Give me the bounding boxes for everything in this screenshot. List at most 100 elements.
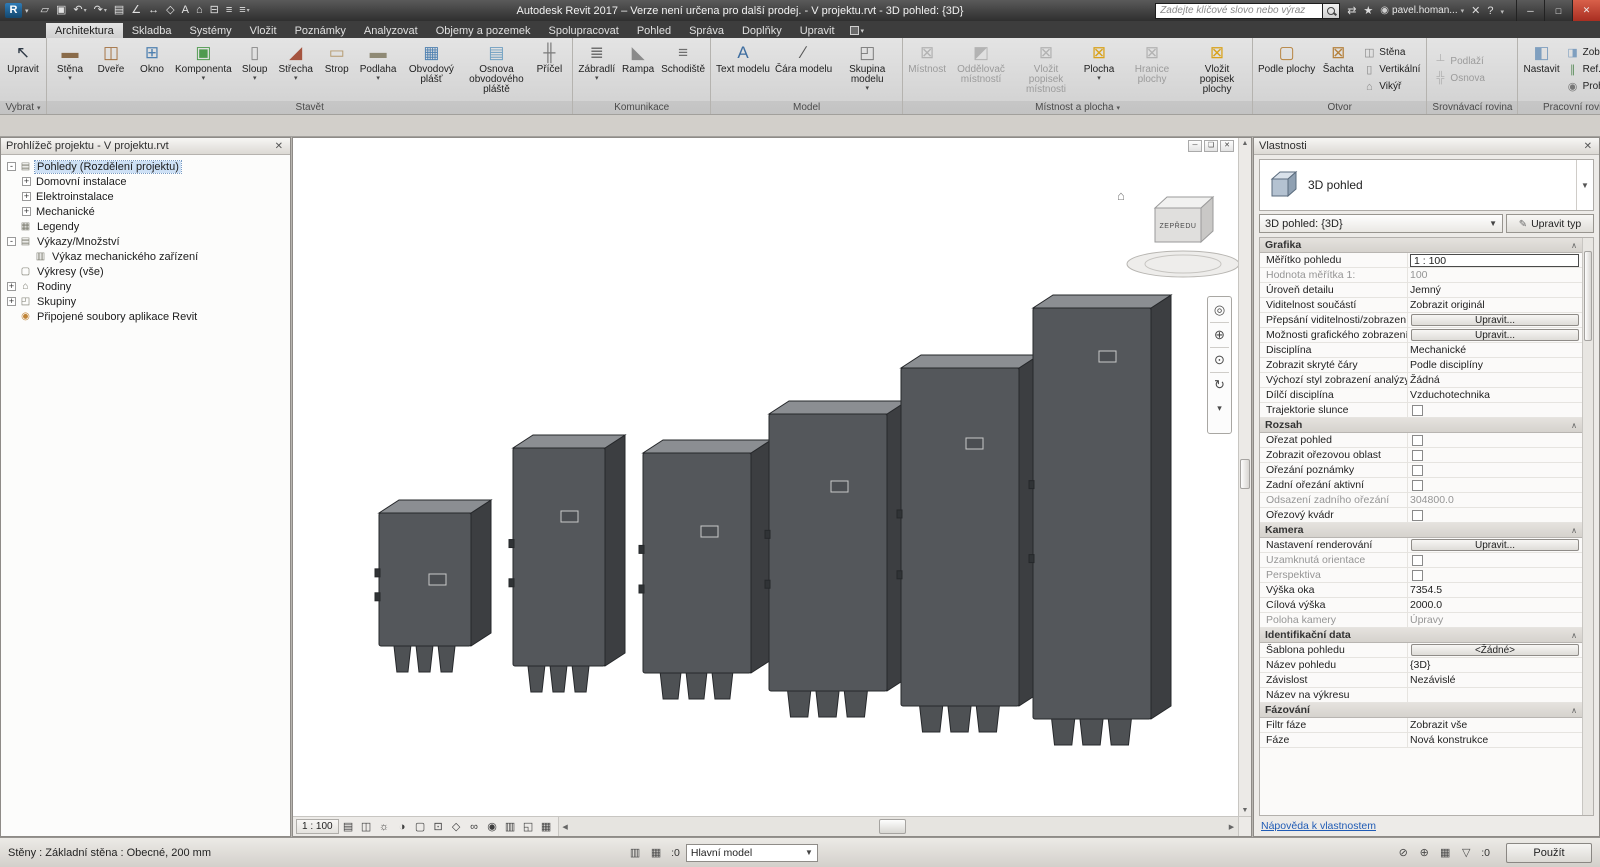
- apply-button[interactable]: Použít: [1506, 842, 1592, 863]
- zadne-button[interactable]: <Žádné>: [1411, 644, 1579, 656]
- tab-skladba[interactable]: Skladba: [123, 23, 181, 38]
- help-arrow-icon[interactable]: [1500, 5, 1504, 17]
- ref-rovina-button[interactable]: ∥ Ref. rovina: [1566, 62, 1600, 77]
- temporary-view-properties-icon[interactable]: ▥: [502, 819, 519, 835]
- expand-icon[interactable]: +: [7, 282, 16, 291]
- collapse-icon[interactable]: -: [7, 162, 16, 171]
- property-value[interactable]: Žádná: [1408, 373, 1582, 387]
- save-button[interactable]: ▣: [53, 3, 69, 18]
- tab-systemy[interactable]: Systémy: [180, 23, 240, 38]
- tab-spolupracovat[interactable]: Spolupracovat: [540, 23, 628, 38]
- osnova-obvodoveho-plaste-button[interactable]: ▤ Osnova obvodového pláště: [464, 39, 528, 100]
- user-menu[interactable]: pavel.homan...: [1380, 5, 1464, 16]
- property-value[interactable]: 100: [1408, 268, 1582, 282]
- property-value[interactable]: [1408, 478, 1582, 492]
- property-group-identifikacni-data[interactable]: Identifikační data ∧: [1260, 628, 1582, 643]
- checkbox[interactable]: [1412, 554, 1423, 566]
- tree-item-rodiny[interactable]: + ⌂ Rodiny: [1, 279, 290, 294]
- project-browser-header[interactable]: Prohlížeč projektu - V projektu.rvt ✕: [1, 138, 290, 155]
- collapse-icon[interactable]: -: [7, 237, 16, 246]
- hranice-plochy-button[interactable]: ⊠ Hranice plochy: [1120, 39, 1184, 100]
- horizontal-scrollbar[interactable]: ◀ ▶: [557, 817, 1238, 836]
- modify-indicator[interactable]: ▾: [849, 26, 864, 38]
- worksets-icon[interactable]: ▥: [626, 845, 644, 861]
- mistnost-button[interactable]: ⊠ Místnost: [906, 39, 948, 100]
- edit-type-button[interactable]: Upravit typ: [1506, 214, 1594, 233]
- view-close-button[interactable]: ✕: [1220, 140, 1234, 152]
- tab-poznamky[interactable]: Poznámky: [286, 23, 355, 38]
- upravit-button[interactable]: ↖ Upravit: [3, 39, 43, 100]
- property-value[interactable]: [1408, 568, 1582, 582]
- property-value[interactable]: Nová konstrukce: [1408, 733, 1582, 747]
- property-value[interactable]: Zobrazit originál: [1408, 298, 1582, 312]
- editable-only-icon[interactable]: ▦: [1436, 845, 1454, 861]
- property-value[interactable]: Podle disciplíny: [1408, 358, 1582, 372]
- strecha-button[interactable]: ◢ Střecha ▾: [276, 39, 316, 100]
- undo-button[interactable]: ↶ ▾: [70, 3, 89, 18]
- tree-item-legendy[interactable]: ▦ Legendy: [1, 219, 290, 234]
- search-icon[interactable]: [1323, 2, 1341, 19]
- property-group-rozsah[interactable]: Rozsah ∧: [1260, 418, 1582, 433]
- filter-icon[interactable]: ▽: [1457, 845, 1475, 861]
- checkbox[interactable]: [1412, 434, 1423, 446]
- pricel-button[interactable]: ╫ Příčel: [529, 39, 569, 100]
- property-value[interactable]: 1 : 100: [1408, 253, 1582, 267]
- property-value[interactable]: 7354.5: [1408, 583, 1582, 597]
- tab-upravit[interactable]: Upravit: [791, 23, 844, 38]
- vertical-scroll-track[interactable]: [1239, 149, 1251, 805]
- tab-architektura[interactable]: Architektura: [46, 23, 123, 38]
- upravit-button[interactable]: Upravit...: [1411, 329, 1579, 341]
- close-icon[interactable]: ✕: [273, 141, 285, 152]
- zoom-icon[interactable]: ⊙: [1209, 349, 1230, 371]
- close-icon[interactable]: ✕: [1582, 141, 1594, 152]
- ribbon-panel-label-mistnost-a-plocha[interactable]: Místnost a plocha ▾: [903, 101, 1253, 114]
- value-input[interactable]: 1 : 100: [1410, 253, 1579, 267]
- viewcube-home-icon[interactable]: ⌂: [1117, 188, 1125, 203]
- property-value[interactable]: 2000.0: [1408, 598, 1582, 612]
- navbar-more-icon[interactable]: ▾: [1209, 397, 1230, 419]
- scroll-down-icon[interactable]: ▼: [1242, 805, 1249, 816]
- mechanical-unit-5[interactable]: [896, 354, 1041, 733]
- customize-quick-access-button[interactable]: ≡ ▾: [236, 3, 252, 18]
- property-value[interactable]: Upravit...: [1408, 328, 1582, 342]
- mechanical-unit-4[interactable]: [764, 400, 909, 718]
- property-value[interactable]: Mechanické: [1408, 343, 1582, 357]
- vertical-scrollbar[interactable]: ▲ ▼: [1238, 138, 1251, 816]
- osnova-button[interactable]: ╬ Osnova: [1433, 71, 1485, 86]
- checkbox[interactable]: [1412, 404, 1423, 416]
- minimize-button[interactable]: ─: [1516, 0, 1544, 21]
- editable-only-icon[interactable]: ▦: [647, 845, 665, 861]
- maximize-button[interactable]: □: [1544, 0, 1572, 21]
- property-value[interactable]: [1408, 508, 1582, 522]
- prohlizec-button[interactable]: ◉ Prohlížeč: [1566, 79, 1600, 94]
- podlaha-button[interactable]: ▬ Podlaha ▾: [358, 39, 399, 100]
- ribbon-panel-label-otvor[interactable]: Otvor: [1253, 101, 1427, 114]
- temporary-hide-isolate-icon[interactable]: ∞: [466, 819, 483, 835]
- viewcube[interactable]: ⌂ ZEPŘEDU: [1117, 188, 1240, 278]
- obvodovy-plast-button[interactable]: ▦ Obvodový plášť: [399, 39, 463, 100]
- checkbox[interactable]: [1412, 479, 1423, 491]
- tree-item-elektroinstalace[interactable]: + Elektroinstalace: [1, 189, 290, 204]
- crop-view-icon[interactable]: ▢: [412, 819, 429, 835]
- exclude-options-icon[interactable]: ⊘: [1394, 845, 1412, 861]
- type-selector-combo[interactable]: 3D pohled: {3D} ▼: [1259, 214, 1503, 233]
- type-preview-arrow-icon[interactable]: ▼: [1576, 160, 1593, 210]
- open-file-button[interactable]: ▱: [38, 3, 52, 18]
- orbit-icon[interactable]: ↻: [1209, 374, 1230, 396]
- measure-button[interactable]: ∠: [128, 3, 144, 18]
- worksharing-display-icon[interactable]: ▦: [538, 819, 555, 835]
- scroll-left-icon[interactable]: ◀: [559, 823, 572, 831]
- zobrazit-button[interactable]: ◨ Zobrazit: [1566, 45, 1600, 60]
- tree-item-pohledy-rozdeleni-projektu[interactable]: - ▤ Pohledy (Rozdělení projektu): [1, 159, 290, 174]
- sun-path-icon[interactable]: ☼: [376, 819, 393, 835]
- redo-button[interactable]: ↷ ▾: [91, 3, 110, 18]
- expand-icon[interactable]: +: [22, 177, 31, 186]
- reveal-hidden-elements-icon[interactable]: ◉: [484, 819, 501, 835]
- pan-icon[interactable]: ⊕: [1209, 324, 1230, 346]
- visual-style-icon[interactable]: ◫: [358, 819, 375, 835]
- property-value[interactable]: Upravit...: [1408, 538, 1582, 552]
- property-value[interactable]: Vzduchotechnika: [1408, 388, 1582, 402]
- expand-icon[interactable]: +: [7, 297, 16, 306]
- lock-3d-view-icon[interactable]: ◇: [448, 819, 465, 835]
- property-value[interactable]: Nezávislé: [1408, 673, 1582, 687]
